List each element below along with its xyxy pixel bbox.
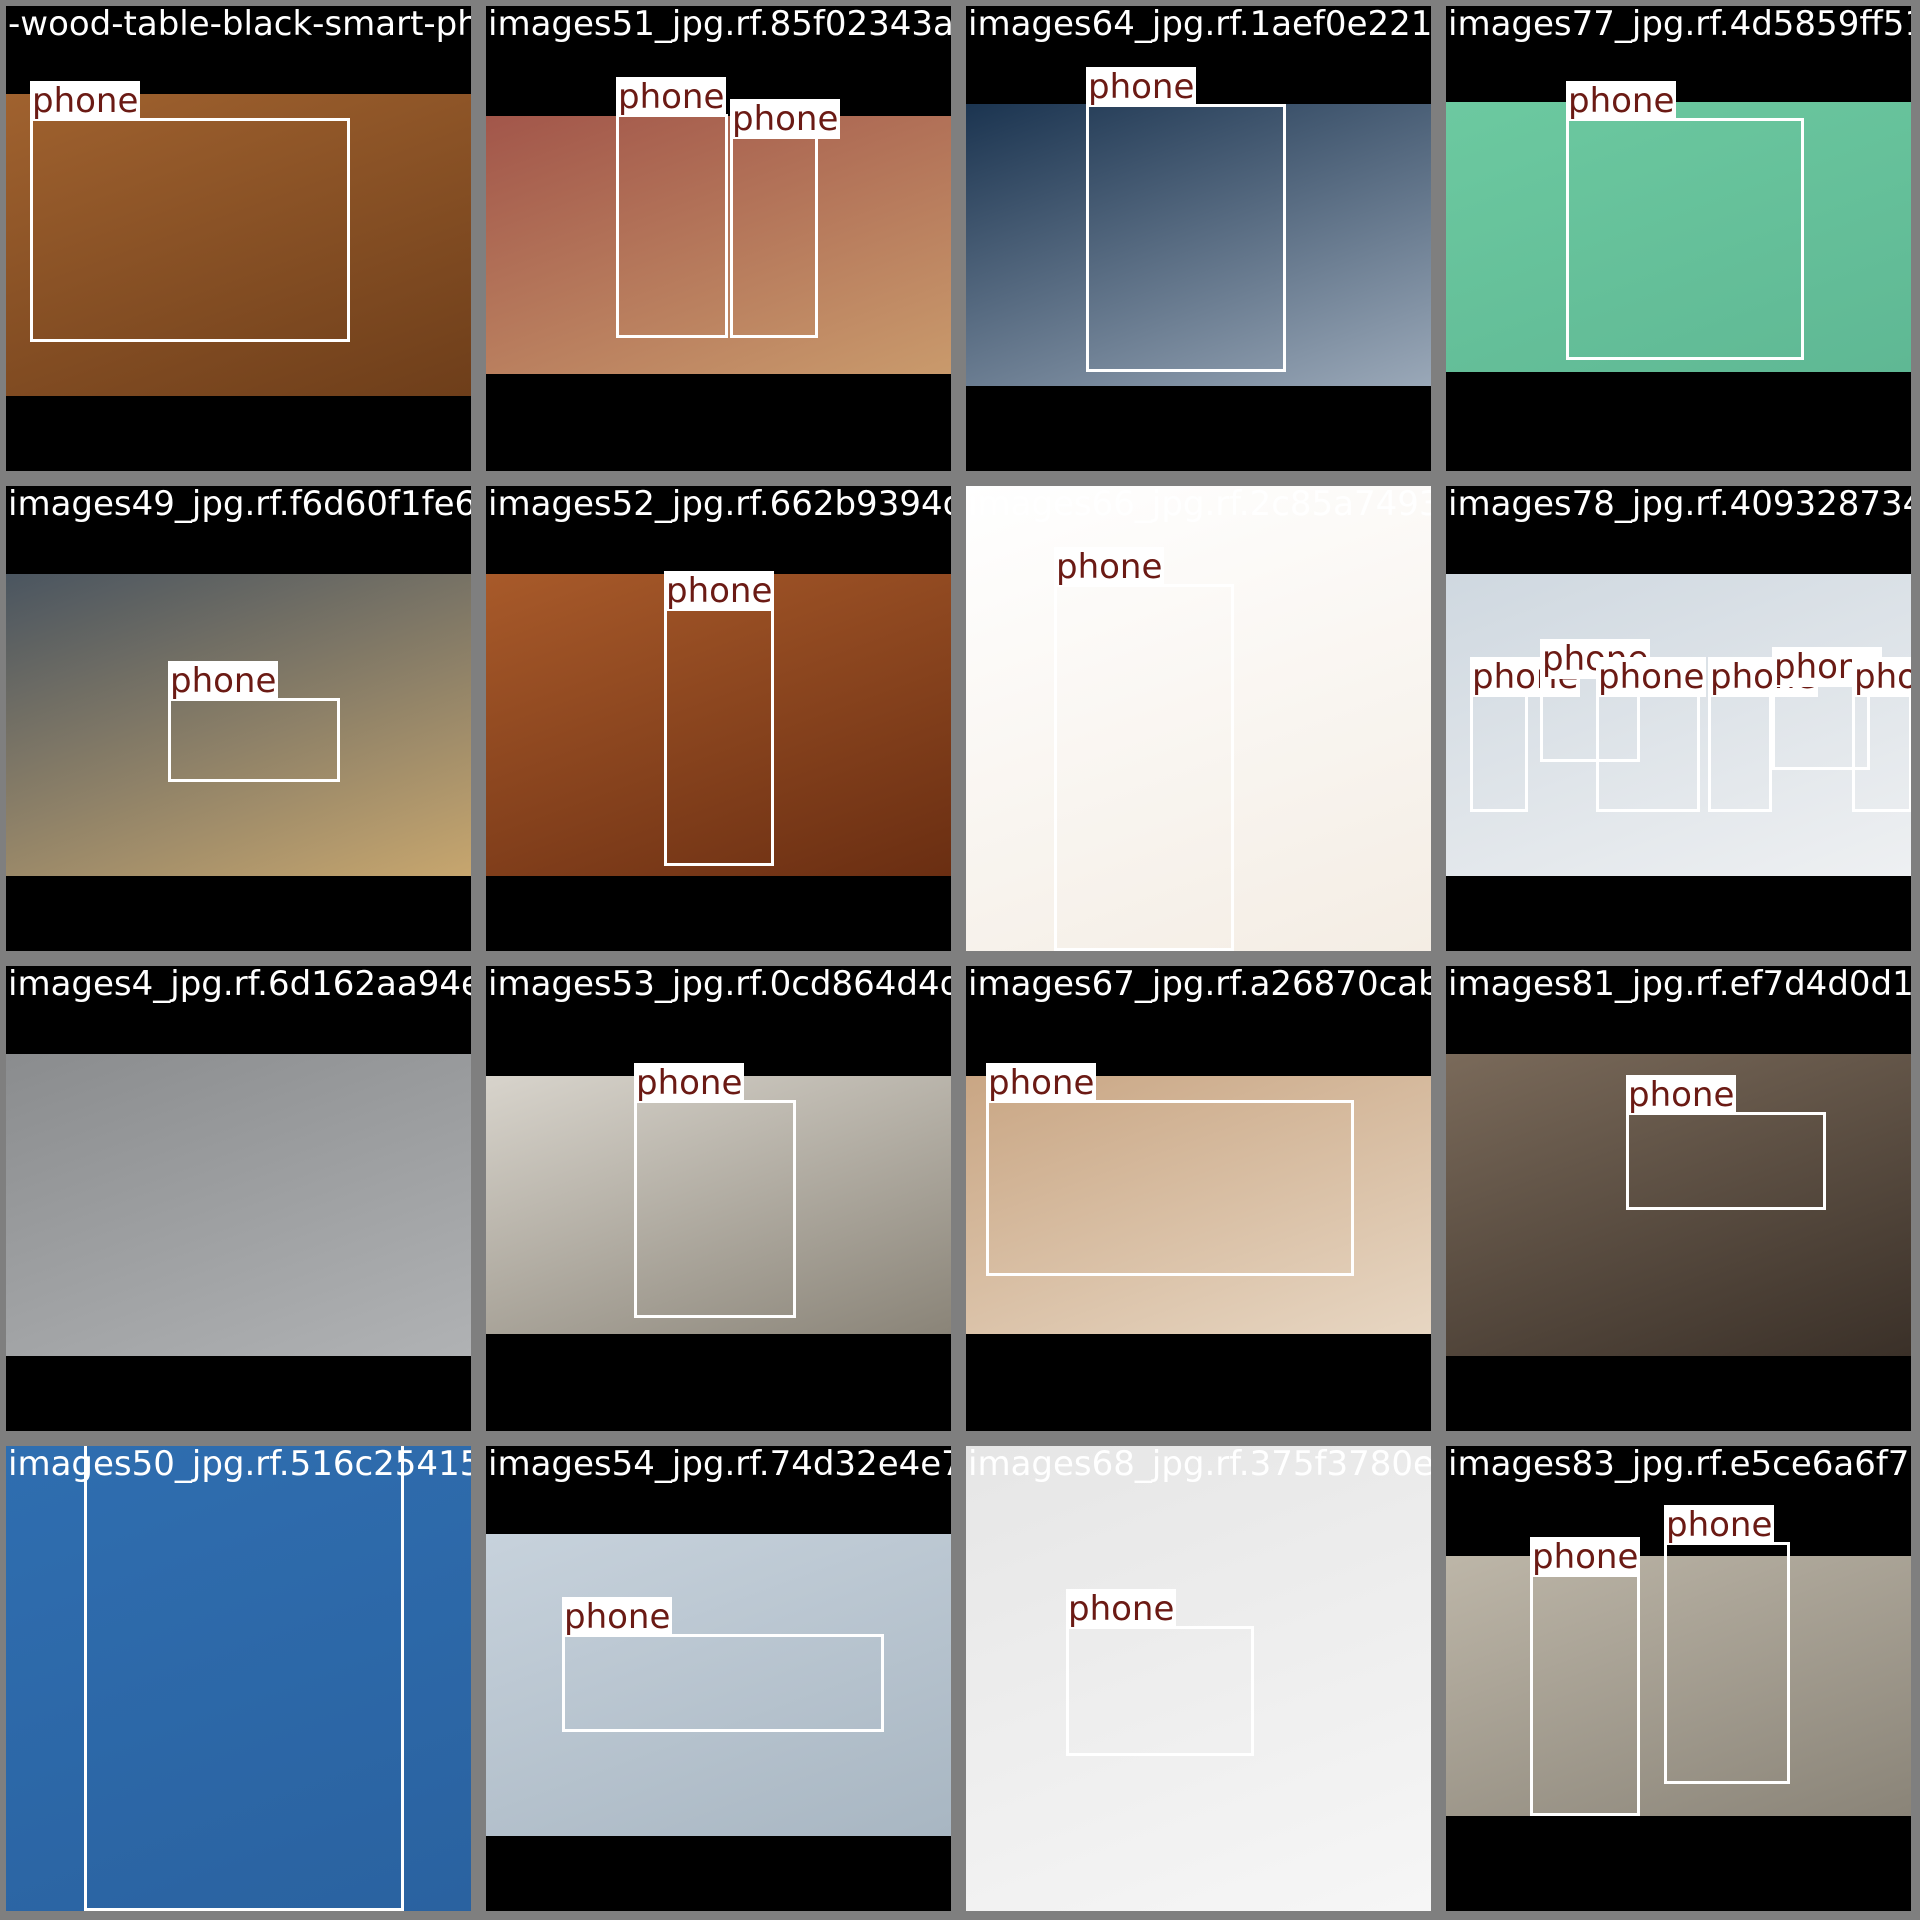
image-filename: images77_jpg.rf.4d5859ff51 xyxy=(1448,6,1911,44)
mosaic-tile: images52_jpg.rf.662b9394d9f85e368abe040c… xyxy=(486,486,951,951)
mosaic-tile: images67_jpg.rf.a26870cab9ae0fb471d0bcef… xyxy=(966,966,1431,1431)
detection-box: phone xyxy=(1626,1075,1826,1210)
photo-image xyxy=(6,1054,471,1356)
image-filename: images81_jpg.rf.ef7d4d0d16f xyxy=(1448,966,1911,1004)
mosaic-tile: images49_jpg.rf.f6d60f1fe6b2f46325ed661f… xyxy=(6,486,471,951)
detection-box: phone xyxy=(1852,657,1911,812)
image-filename: images53_jpg.rf.0cd864d4d9f6f07857d8d92a… xyxy=(488,966,951,1004)
mosaic-tile: images50_jpg.rf.516c25415db2feb0284d639a… xyxy=(6,1446,471,1911)
mosaic-tile: images81_jpg.rf.ef7d4d0d16fphone xyxy=(1446,966,1911,1431)
detection-box: phone xyxy=(664,571,775,866)
detection-label: phone xyxy=(168,661,279,701)
mosaic-tile: images83_jpg.rf.e5ce6a6f76phone phone xyxy=(1446,1446,1911,1911)
detection-box: phone xyxy=(1066,1589,1254,1756)
image-filename: images51_jpg.rf.85f02343adb537bae64e29f0… xyxy=(488,6,951,44)
detection-label: phone xyxy=(562,1597,673,1637)
image-filename: images67_jpg.rf.a26870cab9ae0fb471d0bcef… xyxy=(968,966,1431,1004)
image-filename: images49_jpg.rf.f6d60f1fe6b2f46325ed661f… xyxy=(8,486,471,524)
image-filename: images78_jpg.rf.409328734 xyxy=(1448,486,1911,524)
detection-label: phone xyxy=(1086,67,1197,107)
image-filename: images66_jpg.rf.2c85a749376afd97385c1409… xyxy=(968,486,1431,524)
detection-box: phone xyxy=(562,1597,884,1732)
detection-label: phone xyxy=(634,1063,745,1103)
detection-label: phone xyxy=(30,81,141,121)
detection-box: phone xyxy=(1664,1505,1790,1784)
detection-box: phone xyxy=(616,77,728,338)
mosaic-tile: images53_jpg.rf.0cd864d4d9f6f07857d8d92a… xyxy=(486,966,951,1431)
mosaic-tile: images77_jpg.rf.4d5859ff51phone xyxy=(1446,6,1911,471)
detection-label: phone xyxy=(1626,1075,1737,1115)
mosaic-grid: -wood-table-black-smart-phones-place-d.j… xyxy=(0,0,1920,1920)
mosaic-tile: images68_jpg.rf.375f3780e5da94fe4793ceb5… xyxy=(966,1446,1431,1911)
detection-label: phone xyxy=(1664,1505,1775,1545)
detection-box: phone xyxy=(168,661,340,782)
detection-label: phone xyxy=(1530,1537,1641,1577)
detection-label: phone xyxy=(1054,547,1165,587)
detection-box: phone xyxy=(1708,657,1819,812)
detection-box: phone xyxy=(1086,67,1286,372)
image-filename: images54_jpg.rf.74d32e4e7f34c5f8dbeca875… xyxy=(488,1446,951,1484)
detection-box: phone xyxy=(84,1446,404,1911)
detection-box: phone xyxy=(634,1063,796,1318)
detection-box: phone xyxy=(1470,657,1581,812)
detection-label: phone xyxy=(1852,657,1911,697)
image-filename: images4_jpg.rf.6d162aa94e983a19583093fe0… xyxy=(8,966,471,1004)
detection-label: phone xyxy=(664,571,775,611)
detection-label: phone xyxy=(730,99,841,139)
mosaic-tile: images66_jpg.rf.2c85a749376afd97385c1409… xyxy=(966,486,1431,951)
detection-box: phone xyxy=(1596,657,1707,812)
mosaic-tile: images4_jpg.rf.6d162aa94e983a19583093fe0… xyxy=(6,966,471,1431)
detection-label: phone xyxy=(1596,657,1707,697)
image-filename: images83_jpg.rf.e5ce6a6f76 xyxy=(1448,1446,1911,1484)
detection-box: phone xyxy=(730,99,841,338)
image-filename: images52_jpg.rf.662b9394d9f85e368abe040c… xyxy=(488,486,951,524)
detection-box: phone xyxy=(1566,81,1804,360)
mosaic-tile: images51_jpg.rf.85f02343adb537bae64e29f0… xyxy=(486,6,951,471)
detection-label: phone xyxy=(986,1063,1097,1103)
detection-label: phone xyxy=(1566,81,1677,121)
mosaic-tile: images54_jpg.rf.74d32e4e7f34c5f8dbeca875… xyxy=(486,1446,951,1911)
image-filename: -wood-table-black-smart-phones-place-d.j… xyxy=(8,6,471,44)
mosaic-tile: images64_jpg.rf.1aef0e221af3f2f10277bge7… xyxy=(966,6,1431,471)
detection-box: phone xyxy=(1530,1537,1641,1816)
mosaic-tile: images78_jpg.rf.409328734 phone phone phone… xyxy=(1446,486,1911,951)
detection-label: phone xyxy=(616,77,727,117)
detection-label: phone xyxy=(1066,1589,1177,1629)
mosaic-tile: -wood-table-black-smart-phones-place-d.j… xyxy=(6,6,471,471)
detection-box: phone xyxy=(1054,547,1234,951)
detection-box: phone xyxy=(986,1063,1354,1276)
detection-box: phone xyxy=(30,81,350,342)
image-filename: images64_jpg.rf.1aef0e221af3f2f10277bge7… xyxy=(968,6,1431,44)
image-filename: images68_jpg.rf.375f3780e5da94fe4793ceb5… xyxy=(968,1446,1431,1484)
